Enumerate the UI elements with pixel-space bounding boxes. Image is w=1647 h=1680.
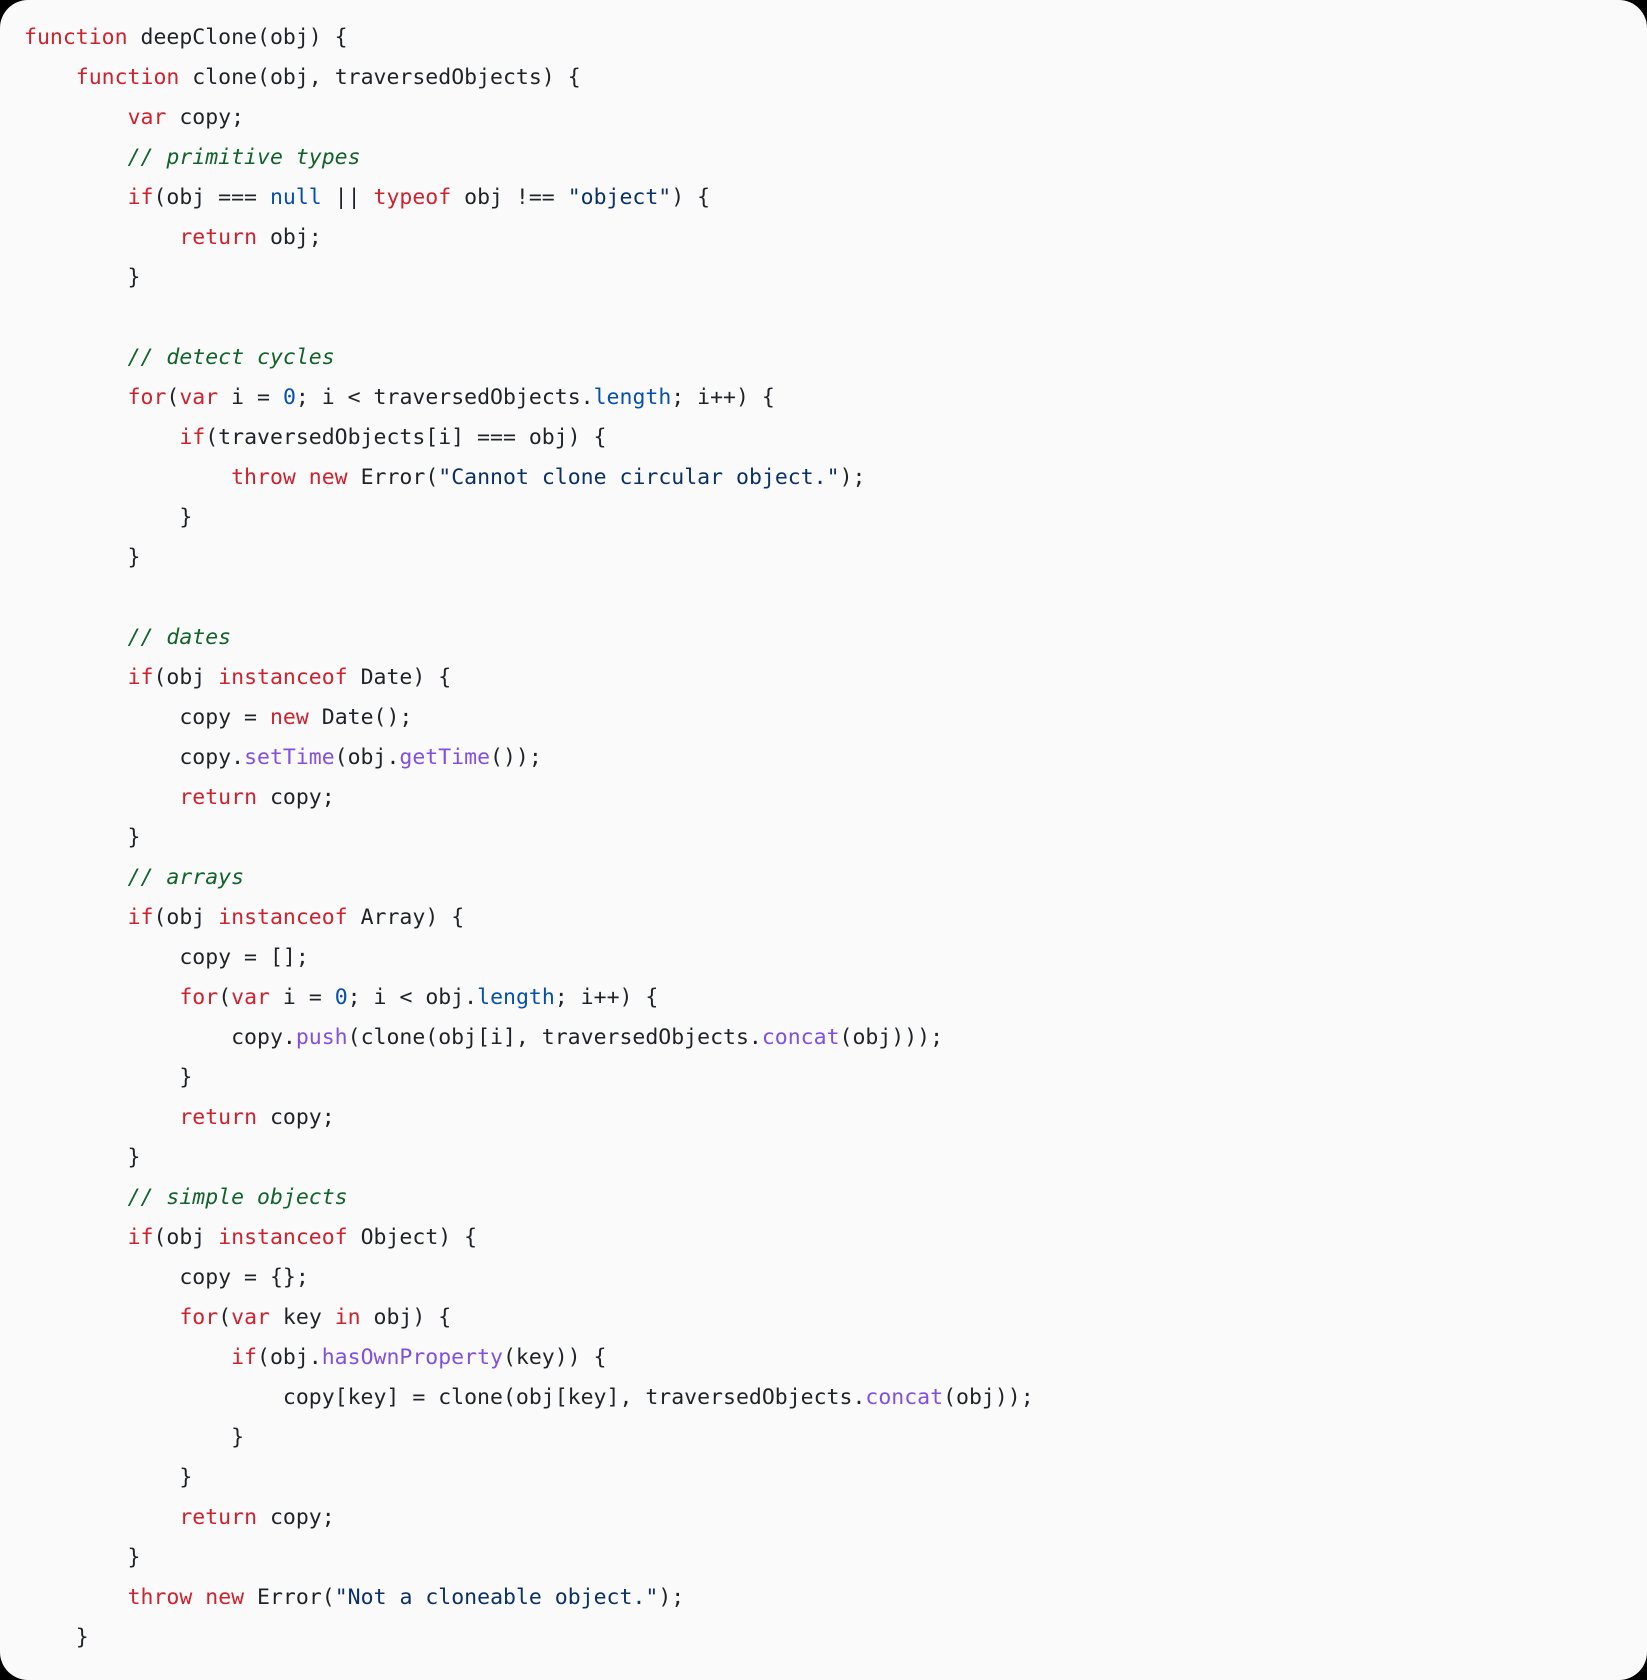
code-token-kw: function [24,25,128,50]
code-token-kw: if [128,185,154,210]
code-token-kw: new [309,465,348,490]
code-snippet-card: function deepClone(obj) { function clone… [0,0,1647,1680]
code-token-kw: instanceof [218,665,347,690]
code-token-kw: if [231,1345,257,1370]
code-token-kw: instanceof [218,1225,347,1250]
code-token-fn: clone [438,1385,503,1410]
code-token-kw: new [205,1585,244,1610]
code-token-num: 0 [283,385,296,410]
code-token-class: Date [322,705,374,730]
code-token-str: "object" [568,185,672,210]
code-token-kw: in [335,1305,361,1330]
code-token-kw: var [231,1305,270,1330]
code-token-kw: for [179,985,218,1010]
code-token-kw: for [128,385,167,410]
code-token-kw: if [128,1225,154,1250]
code-token-kw: var [128,105,167,130]
code-token-prop: length [594,385,672,410]
code-token-kw: instanceof [218,905,347,930]
code-token-com: // detect cycles [128,345,335,370]
code-token-kw: return [179,785,257,810]
code-token-class: Object [361,1225,439,1250]
code-token-prop: length [477,985,555,1010]
code-token-kw: if [128,905,154,930]
code-token-fn: clone [192,65,257,90]
code-token-kw: function [76,65,180,90]
code-token-com: // arrays [128,865,245,890]
code-token-meth: concat [865,1385,943,1410]
code-token-class: Error [257,1585,322,1610]
code-token-class: Error [361,465,426,490]
code-block: function deepClone(obj) { function clone… [24,18,1623,1680]
code-token-meth: push [296,1025,348,1050]
code-token-fn: clone [361,1025,426,1050]
code-token-meth: setTime [244,745,335,770]
code-token-kw: throw [231,465,296,490]
code-token-com: // primitive types [128,145,361,170]
code-token-kw: return [179,1105,257,1130]
code-token-num: 0 [335,985,348,1010]
code-token-meth: getTime [399,745,490,770]
code-token-null: null [270,185,322,210]
code-token-str: "Not a cloneable object." [335,1585,659,1610]
code-token-kw: throw [128,1585,193,1610]
code-token-kw: if [179,425,205,450]
code-token-class: Array [361,905,426,930]
code-token-com: // dates [128,625,232,650]
code-token-meth: concat [762,1025,840,1050]
code-token-class: Date [361,665,413,690]
code-token-kw: var [179,385,218,410]
code-token-com: // simple objects [128,1185,348,1210]
code-token-str: "Cannot clone circular object." [438,465,839,490]
code-token-kw: new [270,705,309,730]
code-token-kw: typeof [374,185,452,210]
code-token-kw: var [231,985,270,1010]
code-token-kw: return [179,225,257,250]
code-token-kw: if [128,665,154,690]
code-token-meth: hasOwnProperty [322,1345,503,1370]
code-token-kw: return [179,1505,257,1530]
code-token-kw: for [179,1305,218,1330]
code-token-fn: deepClone [141,25,258,50]
